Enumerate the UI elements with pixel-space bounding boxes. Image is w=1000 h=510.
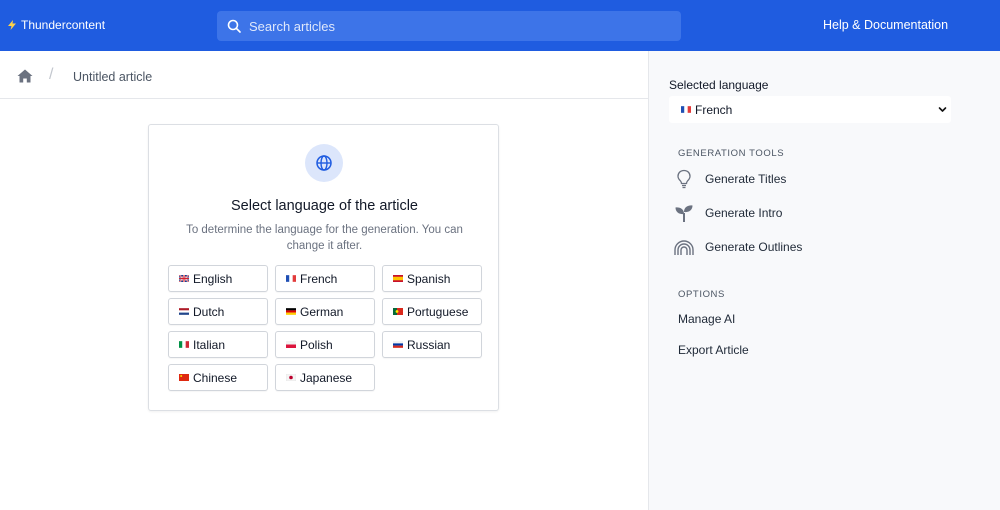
france-flag-icon [286, 275, 296, 282]
language-label: Polish [300, 337, 333, 352]
lightbulb-icon [673, 168, 695, 190]
generation-tools-heading: GENERATION TOOLS [678, 148, 785, 159]
language-label: Japanese [300, 370, 353, 385]
brand-logo[interactable]: Thundercontent [8, 18, 105, 32]
tool-label: Generate Intro [705, 206, 783, 220]
language-button-spanish[interactable]: Spanish [382, 265, 482, 292]
language-selection-card: Select language of the article To determ… [148, 124, 499, 411]
language-button-polish[interactable]: Polish [275, 331, 375, 358]
help-documentation-link[interactable]: Help & Documentation [823, 18, 948, 32]
options-heading: OPTIONS [678, 289, 725, 300]
selected-language-select[interactable]: French [669, 96, 951, 123]
germany-flag-icon [286, 308, 296, 315]
search-bar[interactable] [217, 11, 681, 41]
italy-flag-icon [179, 341, 189, 348]
breadcrumb-current: Untitled article [73, 70, 153, 84]
card-title: Select language of the article [230, 198, 418, 214]
top-bar: Thundercontent Help & Documentation [0, 0, 1000, 51]
poland-flag-icon [286, 341, 296, 348]
generate-intro-button[interactable]: Generate Intro [673, 201, 782, 225]
language-button-german[interactable]: German [275, 298, 375, 325]
chevron-down-icon [938, 107, 947, 112]
spain-flag-icon [393, 275, 403, 282]
right-sidebar: Selected language French GENERATION TOOL… [648, 51, 1000, 510]
search-input[interactable] [249, 18, 669, 34]
language-options: English French Spanish Dutch German Port… [168, 265, 482, 391]
language-button-english[interactable]: English [168, 265, 268, 292]
france-flag-icon [681, 106, 691, 113]
breadcrumb: / Untitled article [0, 51, 648, 99]
language-label: Dutch [193, 304, 225, 319]
language-label: Russian [407, 337, 451, 352]
language-label: Chinese [193, 370, 238, 385]
card-description: To determine the language for the genera… [186, 224, 463, 252]
japan-flag-icon [286, 374, 296, 381]
language-button-japanese[interactable]: Japanese [275, 364, 375, 391]
russia-flag-icon [393, 341, 403, 348]
sprout-icon [673, 202, 695, 224]
tool-label: Generate Outlines [705, 240, 803, 254]
language-label: French [300, 271, 338, 286]
portugal-flag-icon [393, 308, 403, 315]
manage-ai-link[interactable]: Manage AI [678, 312, 735, 326]
language-label: German [300, 304, 344, 319]
lightning-icon [8, 20, 16, 30]
language-label: Spanish [407, 271, 451, 286]
language-button-french[interactable]: French [275, 265, 375, 292]
language-button-dutch[interactable]: Dutch [168, 298, 268, 325]
language-label: Italian [193, 337, 226, 352]
language-button-italian[interactable]: Italian [168, 331, 268, 358]
language-button-portuguese[interactable]: Portuguese [382, 298, 482, 325]
selected-language-value: French [695, 102, 733, 117]
rainbow-icon [673, 236, 695, 258]
generate-outlines-button[interactable]: Generate Outlines [673, 235, 802, 259]
uk-flag-icon [179, 275, 189, 282]
brand-name: Thundercontent [21, 18, 106, 32]
generate-titles-button[interactable]: Generate Titles [673, 167, 786, 191]
breadcrumb-separator: / [49, 66, 54, 83]
globe-badge [305, 144, 343, 182]
language-button-chinese[interactable]: Chinese [168, 364, 268, 391]
china-flag-icon [179, 374, 189, 381]
home-icon[interactable] [17, 69, 33, 83]
search-icon [227, 19, 241, 33]
netherlands-flag-icon [179, 308, 189, 315]
globe-icon [316, 155, 332, 171]
tool-label: Generate Titles [705, 172, 787, 186]
language-label: Portuguese [407, 304, 469, 319]
export-article-link[interactable]: Export Article [678, 343, 749, 357]
language-button-russian[interactable]: Russian [382, 331, 482, 358]
selected-language-label: Selected language [669, 78, 769, 92]
language-label: English [193, 271, 233, 286]
